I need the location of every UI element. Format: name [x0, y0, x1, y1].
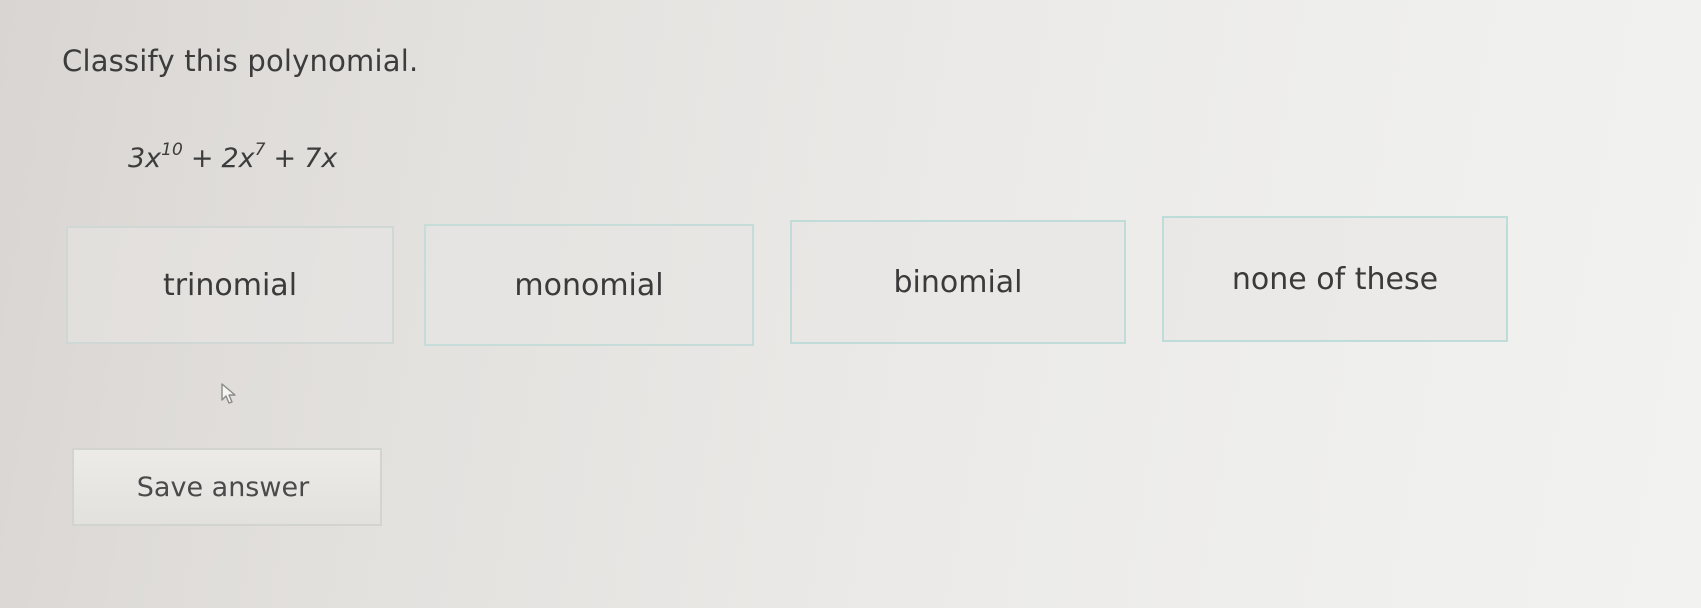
- choice-monomial[interactable]: monomial: [424, 224, 754, 346]
- term-1-exponent: 10: [161, 140, 183, 160]
- plus-operator-1: +: [190, 143, 214, 174]
- term-2: 2x7: [221, 140, 266, 174]
- choice-binomial[interactable]: binomial: [790, 220, 1126, 344]
- choice-label: monomial: [514, 267, 664, 303]
- term-3: 7x: [304, 143, 338, 174]
- plus-operator-2: +: [273, 143, 297, 174]
- question-prompt: Classify this polynomial.: [62, 44, 419, 78]
- save-answer-button[interactable]: Save answer: [72, 448, 382, 526]
- term-1: 3x10: [128, 140, 183, 174]
- polynomial-expression: 3x10 +2x7 +7x: [128, 140, 338, 174]
- term-2-exponent: 7: [254, 140, 266, 160]
- choice-trinomial[interactable]: trinomial: [66, 226, 394, 344]
- choice-label: none of these: [1231, 261, 1439, 297]
- choice-none-of-these[interactable]: none of these: [1162, 216, 1508, 342]
- choice-label: binomial: [893, 264, 1023, 300]
- mouse-pointer-icon: [221, 383, 236, 404]
- choice-label: trinomial: [162, 267, 298, 303]
